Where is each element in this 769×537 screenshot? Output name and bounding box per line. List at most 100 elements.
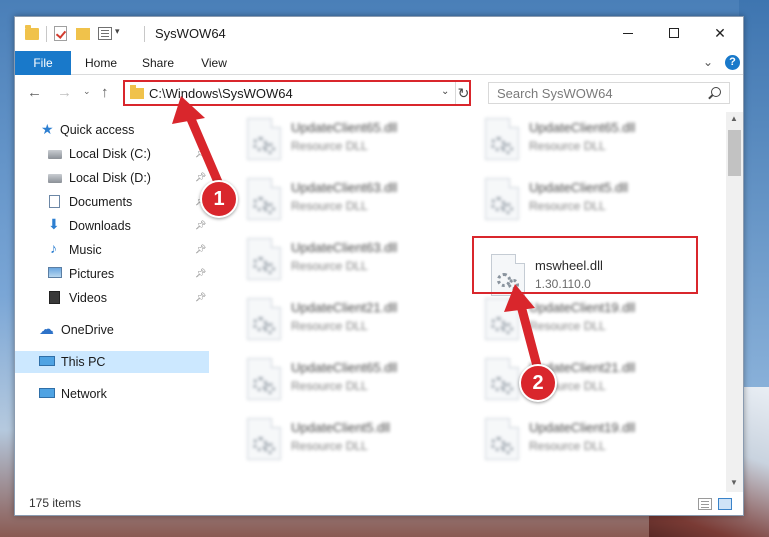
file-name: UpdateClient21.dll: [291, 300, 398, 315]
dll-file-icon: [247, 358, 281, 400]
address-bar[interactable]: C:\Windows\SysWOW64 ⌄ ↻: [123, 80, 471, 106]
sidebar-item-local-disk-c[interactable]: Local Disk (C:) 📌︎: [15, 143, 209, 165]
tab-view[interactable]: View: [189, 51, 239, 75]
recent-locations-chevron-icon[interactable]: ⌄: [83, 86, 91, 97]
sidebar-item-music[interactable]: ♪ Music 📌︎: [15, 239, 209, 261]
sidebar-item-label: Videos: [69, 291, 107, 305]
sidebar-item-label: This PC: [61, 355, 106, 369]
up-arrow-icon[interactable]: ↑: [101, 84, 109, 101]
minimize-button[interactable]: [605, 17, 651, 49]
file-name: UpdateClient19.dll: [529, 420, 636, 435]
tab-share[interactable]: Share: [131, 51, 185, 75]
sidebar-item-onedrive[interactable]: ☁ OneDrive: [15, 319, 209, 341]
expand-ribbon-chevron-icon[interactable]: ⌄: [703, 55, 713, 69]
star-icon: ★: [41, 121, 54, 137]
file-item[interactable]: UpdateClient63.dll Resource DLL: [239, 172, 459, 226]
pin-icon: 📌︎: [195, 244, 207, 254]
maximize-button[interactable]: [651, 17, 697, 49]
file-name: UpdateClient65.dll: [291, 120, 398, 135]
tab-file[interactable]: File: [15, 51, 71, 75]
scroll-up-icon[interactable]: ▲: [730, 114, 738, 123]
search-box[interactable]: Search SysWOW64: [488, 82, 730, 104]
file-item[interactable]: UpdateClient63.dll Resource DLL: [239, 232, 459, 286]
highlight-box-mswheel: [472, 236, 698, 294]
file-type: Resource DLL: [291, 259, 368, 273]
file-type: Resource DLL: [291, 139, 368, 153]
file-item[interactable]: UpdateClient65.dll Resource DLL: [239, 112, 459, 166]
file-name: UpdateClient5.dll: [291, 420, 391, 435]
sidebar-item-documents[interactable]: Documents 📌︎: [15, 191, 209, 213]
file-item[interactable]: UpdateClient5.dll Resource DLL: [477, 172, 697, 226]
file-name: UpdateClient19.dll: [529, 300, 636, 315]
network-icon: [39, 388, 55, 398]
new-folder-icon[interactable]: [76, 28, 90, 40]
refresh-icon[interactable]: ↻: [455, 82, 471, 104]
file-name: UpdateClient63.dll: [291, 240, 398, 255]
file-item[interactable]: UpdateClient65.dll Resource DLL: [477, 112, 697, 166]
search-icon[interactable]: [711, 87, 721, 97]
file-type: Resource DLL: [291, 199, 368, 213]
sidebar-item-local-disk-d[interactable]: Local Disk (D:) 📌︎: [15, 167, 209, 189]
sidebar-item-videos[interactable]: Videos 📌︎: [15, 287, 209, 309]
music-icon: ♪: [50, 240, 57, 256]
file-item[interactable]: UpdateClient65.dll Resource DLL: [239, 352, 459, 406]
sidebar-item-quick-access[interactable]: ★ Quick access: [15, 119, 209, 141]
sidebar-item-label: Pictures: [69, 267, 115, 281]
sidebar-item-this-pc[interactable]: This PC: [15, 351, 209, 373]
file-item[interactable]: UpdateClient5.dll Resource DLL: [239, 412, 459, 466]
scroll-thumb[interactable]: [728, 130, 741, 176]
sidebar-item-pictures[interactable]: Pictures 📌︎: [15, 263, 209, 285]
vertical-scrollbar[interactable]: ▲ ▼: [726, 112, 743, 492]
file-item[interactable]: UpdateClient19.dll Resource DLL: [477, 292, 697, 346]
file-type: Resource DLL: [291, 319, 368, 333]
title-bar: ▾ SysWOW64 ✕: [15, 17, 743, 49]
customize-toolbar-icon[interactable]: [98, 27, 112, 40]
dll-file-icon: [247, 178, 281, 220]
address-dropdown-chevron-icon[interactable]: ⌄: [441, 86, 449, 97]
file-name: UpdateClient63.dll: [291, 180, 398, 195]
sidebar-item-label: Local Disk (D:): [69, 171, 151, 185]
forward-arrow-icon[interactable]: →: [57, 84, 72, 101]
file-type: Resource DLL: [529, 319, 606, 333]
computer-icon: [39, 356, 55, 366]
sidebar-item-downloads[interactable]: ⬇ Downloads 📌︎: [15, 215, 209, 237]
dll-file-icon: [247, 418, 281, 460]
dll-file-icon: [247, 118, 281, 160]
pin-icon: 📌︎: [195, 268, 207, 278]
file-item[interactable]: UpdateClient19.dll Resource DLL: [477, 412, 697, 466]
search-input[interactable]: Search SysWOW64: [497, 86, 613, 101]
folder-icon: [25, 25, 39, 40]
file-item[interactable]: UpdateClient21.dll Resource DLL: [477, 352, 697, 406]
scroll-down-icon[interactable]: ▼: [730, 478, 738, 487]
sidebar-item-label: Network: [61, 387, 107, 401]
large-icons-view-icon[interactable]: [718, 498, 732, 510]
file-type: Resource DLL: [529, 199, 606, 213]
onedrive-icon: ☁: [39, 321, 54, 338]
window-title: SysWOW64: [155, 26, 226, 41]
navigation-pane: ★ Quick access Local Disk (C:) 📌︎ Local …: [15, 115, 209, 487]
properties-check-icon[interactable]: [54, 26, 67, 41]
step-2-badge: 2: [519, 364, 557, 402]
file-type: Resource DLL: [291, 439, 368, 453]
quick-access-toolbar-dropdown-icon[interactable]: ▾: [115, 26, 120, 42]
navigation-bar: ← → ⌄ ↑ C:\Windows\SysWOW64 ⌄ ↻ Search S…: [15, 76, 743, 110]
back-arrow-icon[interactable]: ←: [27, 84, 42, 101]
close-button[interactable]: ✕: [697, 17, 743, 49]
pin-icon: 📌︎: [195, 292, 207, 302]
details-view-icon[interactable]: [698, 498, 712, 510]
help-icon[interactable]: ?: [725, 55, 740, 70]
file-type: Resource DLL: [291, 379, 368, 393]
toolbar-separator: [46, 26, 47, 42]
address-path[interactable]: C:\Windows\SysWOW64: [149, 86, 293, 101]
sidebar-item-network[interactable]: Network: [15, 383, 209, 405]
sidebar-item-label: Local Disk (C:): [69, 147, 151, 161]
drive-icon: [48, 150, 62, 159]
tab-home[interactable]: Home: [75, 51, 127, 75]
toolbar-separator: [144, 26, 145, 42]
dll-file-icon: [485, 358, 519, 400]
sidebar-item-label: OneDrive: [61, 323, 114, 337]
file-item[interactable]: UpdateClient21.dll Resource DLL: [239, 292, 459, 346]
dll-file-icon: [247, 238, 281, 280]
dll-file-icon: [485, 178, 519, 220]
pin-icon: 📌︎: [195, 220, 207, 230]
